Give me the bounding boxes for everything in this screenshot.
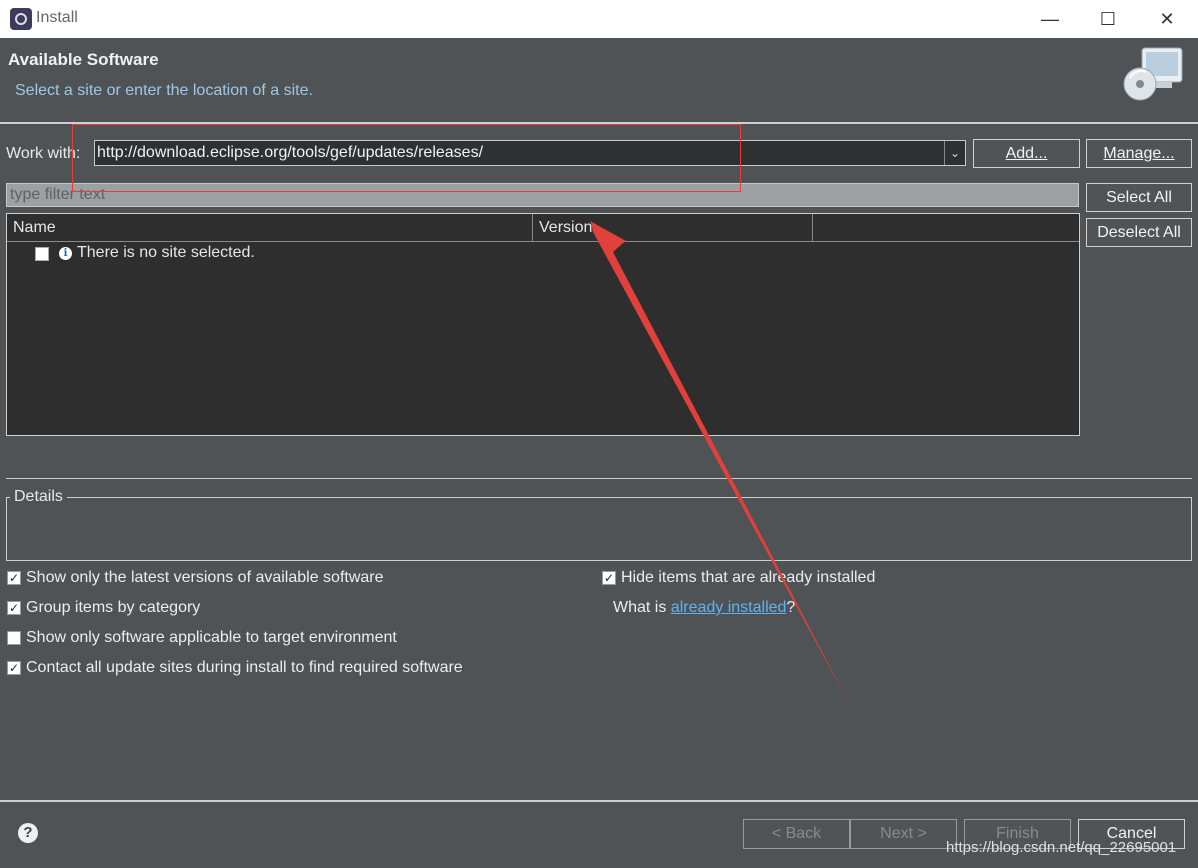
annotation-arrow (590, 221, 850, 705)
watermark: https://blog.csdn.net/qq_22695001 (946, 839, 1177, 856)
